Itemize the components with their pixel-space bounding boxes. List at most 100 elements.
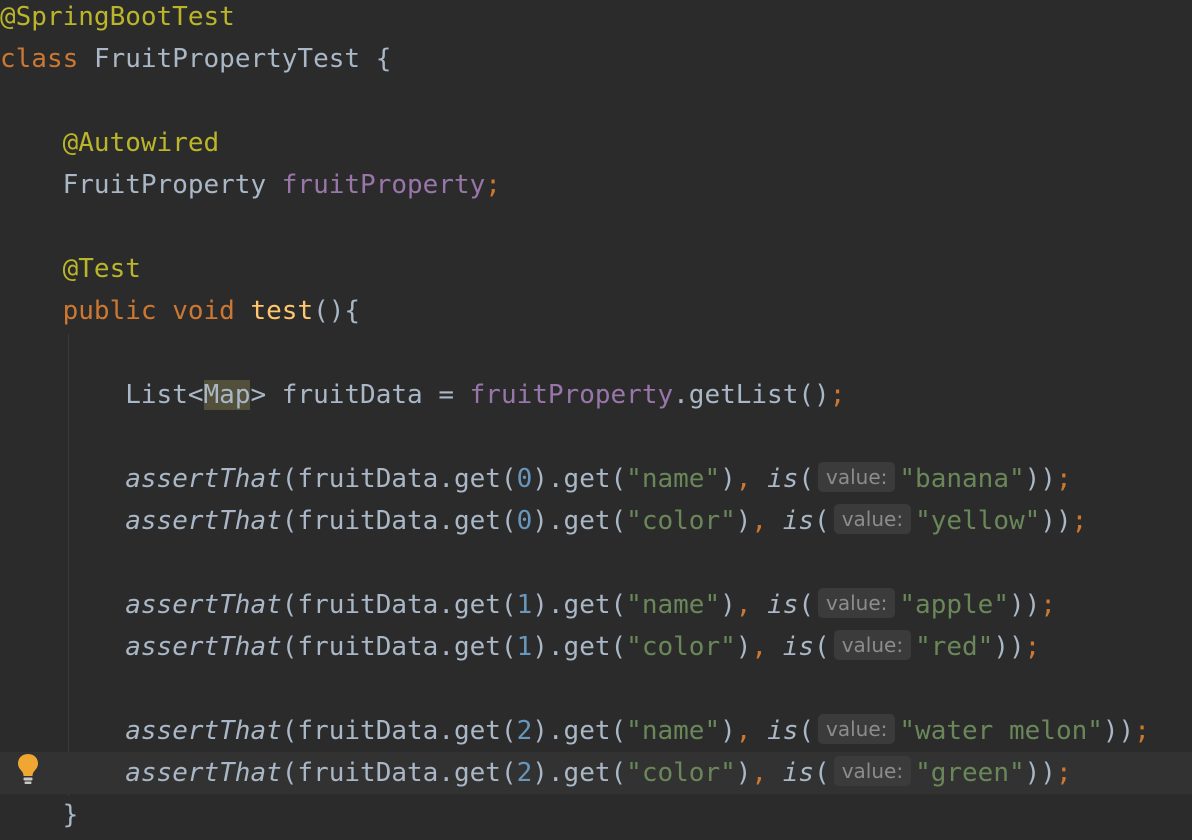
parameter-hint: value: bbox=[818, 462, 896, 492]
code-line-12[interactable]: assertThat(fruitData.get(0).get("name"),… bbox=[0, 458, 1192, 500]
code-line-13[interactable]: assertThat(fruitData.get(0).get("color")… bbox=[0, 500, 1192, 542]
value-string: "banana" bbox=[899, 464, 1025, 494]
comma: , bbox=[751, 632, 768, 662]
call-close: ) bbox=[720, 716, 736, 746]
comma: , bbox=[751, 506, 768, 536]
call-mid: ).get( bbox=[532, 590, 627, 620]
code-line-4[interactable]: @Autowired bbox=[0, 122, 1192, 164]
code-line-1[interactable]: @SpringBootTest bbox=[0, 0, 1192, 38]
paren-open: ( bbox=[814, 632, 830, 662]
call-close: ) bbox=[735, 506, 752, 536]
index-number: 2 bbox=[516, 758, 533, 788]
paren-close: )) bbox=[1024, 464, 1056, 494]
call-open: (fruitData.get( bbox=[281, 758, 517, 788]
code-editor[interactable]: @SpringBootTest class FruitPropertyTest … bbox=[0, 0, 1192, 840]
var-decl: fruitData = bbox=[266, 380, 470, 410]
call-open: (fruitData.get( bbox=[281, 590, 517, 620]
key-string: "color" bbox=[626, 632, 736, 662]
method-parens: (){ bbox=[313, 296, 361, 326]
value-string: "yellow" bbox=[915, 506, 1041, 536]
semicolon: ; bbox=[1134, 716, 1150, 746]
key-string: "color" bbox=[626, 758, 736, 788]
assert-fn: assertThat bbox=[125, 632, 282, 662]
call-close: ) bbox=[720, 590, 736, 620]
code-line-2[interactable]: class FruitPropertyTest { bbox=[0, 38, 1192, 80]
key-string: "name" bbox=[626, 464, 721, 494]
comma: , bbox=[735, 716, 752, 746]
method-name: test bbox=[250, 296, 314, 326]
code-line-16[interactable]: assertThat(fruitData.get(1).get("color")… bbox=[0, 626, 1192, 668]
call-mid: ).get( bbox=[532, 632, 627, 662]
code-line-7[interactable]: @Test bbox=[0, 248, 1192, 290]
class-name: FruitPropertyTest bbox=[93, 44, 361, 74]
comma: , bbox=[735, 464, 752, 494]
assert-fn: assertThat bbox=[125, 758, 282, 788]
keyword-public: public bbox=[62, 296, 157, 326]
is-fn: is bbox=[782, 506, 815, 536]
get-list-call: .getList() bbox=[673, 380, 830, 410]
code-line-20[interactable]: } bbox=[0, 794, 1192, 836]
index-number: 0 bbox=[516, 464, 533, 494]
semicolon: ; bbox=[1055, 464, 1072, 494]
index-number: 0 bbox=[516, 506, 533, 536]
is-fn: is bbox=[767, 464, 799, 494]
paren-open: ( bbox=[798, 464, 815, 494]
keyword-void: void bbox=[172, 296, 235, 326]
is-fn: is bbox=[782, 758, 815, 788]
key-string: "name" bbox=[626, 716, 721, 746]
index-number: 2 bbox=[516, 716, 533, 746]
annotation-test: @Test bbox=[62, 254, 141, 284]
index-number: 1 bbox=[516, 632, 533, 662]
paren-open: ( bbox=[798, 590, 815, 620]
paren-close: )) bbox=[1024, 758, 1056, 788]
is-fn: is bbox=[767, 716, 799, 746]
assert-fn: assertThat bbox=[125, 506, 282, 536]
open-brace: { bbox=[375, 44, 392, 74]
call-mid: ).get( bbox=[532, 758, 627, 788]
semicolon: ; bbox=[485, 170, 501, 200]
lightbulb-icon[interactable] bbox=[16, 752, 40, 786]
code-line-5[interactable]: FruitProperty fruitProperty; bbox=[0, 164, 1192, 206]
code-line-15[interactable]: assertThat(fruitData.get(1).get("name"),… bbox=[0, 584, 1192, 626]
paren-close: )) bbox=[993, 632, 1025, 662]
value-string: "apple" bbox=[899, 590, 1009, 620]
parameter-hint: value: bbox=[833, 504, 912, 534]
list-type: List< bbox=[125, 380, 204, 410]
annotation-autowired: @Autowired bbox=[62, 128, 220, 158]
parameter-hint: value: bbox=[833, 756, 912, 786]
code-line-8[interactable]: public void test(){ bbox=[0, 290, 1192, 332]
call-open: (fruitData.get( bbox=[281, 716, 517, 746]
index-number: 1 bbox=[516, 590, 533, 620]
comma: , bbox=[751, 758, 768, 788]
semicolon: ; bbox=[1024, 632, 1041, 662]
call-open: (fruitData.get( bbox=[281, 632, 517, 662]
paren-close: )) bbox=[1102, 716, 1135, 746]
key-string: "name" bbox=[626, 590, 721, 620]
field-type: FruitProperty bbox=[62, 170, 267, 200]
value-string: "red" bbox=[915, 632, 994, 662]
paren-open: ( bbox=[798, 716, 815, 746]
field-ref: fruitProperty bbox=[469, 380, 674, 410]
call-close: ) bbox=[735, 758, 752, 788]
paren-close: )) bbox=[1040, 506, 1072, 536]
is-fn: is bbox=[767, 590, 799, 620]
assert-fn: assertThat bbox=[125, 590, 282, 620]
assert-fn: assertThat bbox=[125, 464, 282, 494]
annotation-springboottest: @SpringBootTest bbox=[0, 2, 235, 32]
call-mid: ).get( bbox=[532, 506, 627, 536]
parameter-hint: value: bbox=[818, 588, 896, 618]
call-close: ) bbox=[735, 632, 752, 662]
semicolon: ; bbox=[1040, 590, 1056, 620]
parameter-hint: value: bbox=[833, 630, 912, 660]
value-string: "green" bbox=[915, 758, 1025, 788]
call-open: (fruitData.get( bbox=[281, 506, 517, 536]
code-line-19-current[interactable]: assertThat(fruitData.get(2).get("color")… bbox=[0, 752, 1192, 794]
map-type-highlighted[interactable]: Map bbox=[203, 380, 251, 410]
semicolon: ; bbox=[829, 380, 846, 410]
code-line-18[interactable]: assertThat(fruitData.get(2).get("name"),… bbox=[0, 710, 1192, 752]
code-line-10[interactable]: List<Map> fruitData = fruitProperty.getL… bbox=[0, 374, 1192, 416]
semicolon: ; bbox=[1071, 506, 1088, 536]
key-string: "color" bbox=[626, 506, 736, 536]
value-string: "water melon" bbox=[899, 716, 1103, 746]
comma: , bbox=[735, 590, 752, 620]
